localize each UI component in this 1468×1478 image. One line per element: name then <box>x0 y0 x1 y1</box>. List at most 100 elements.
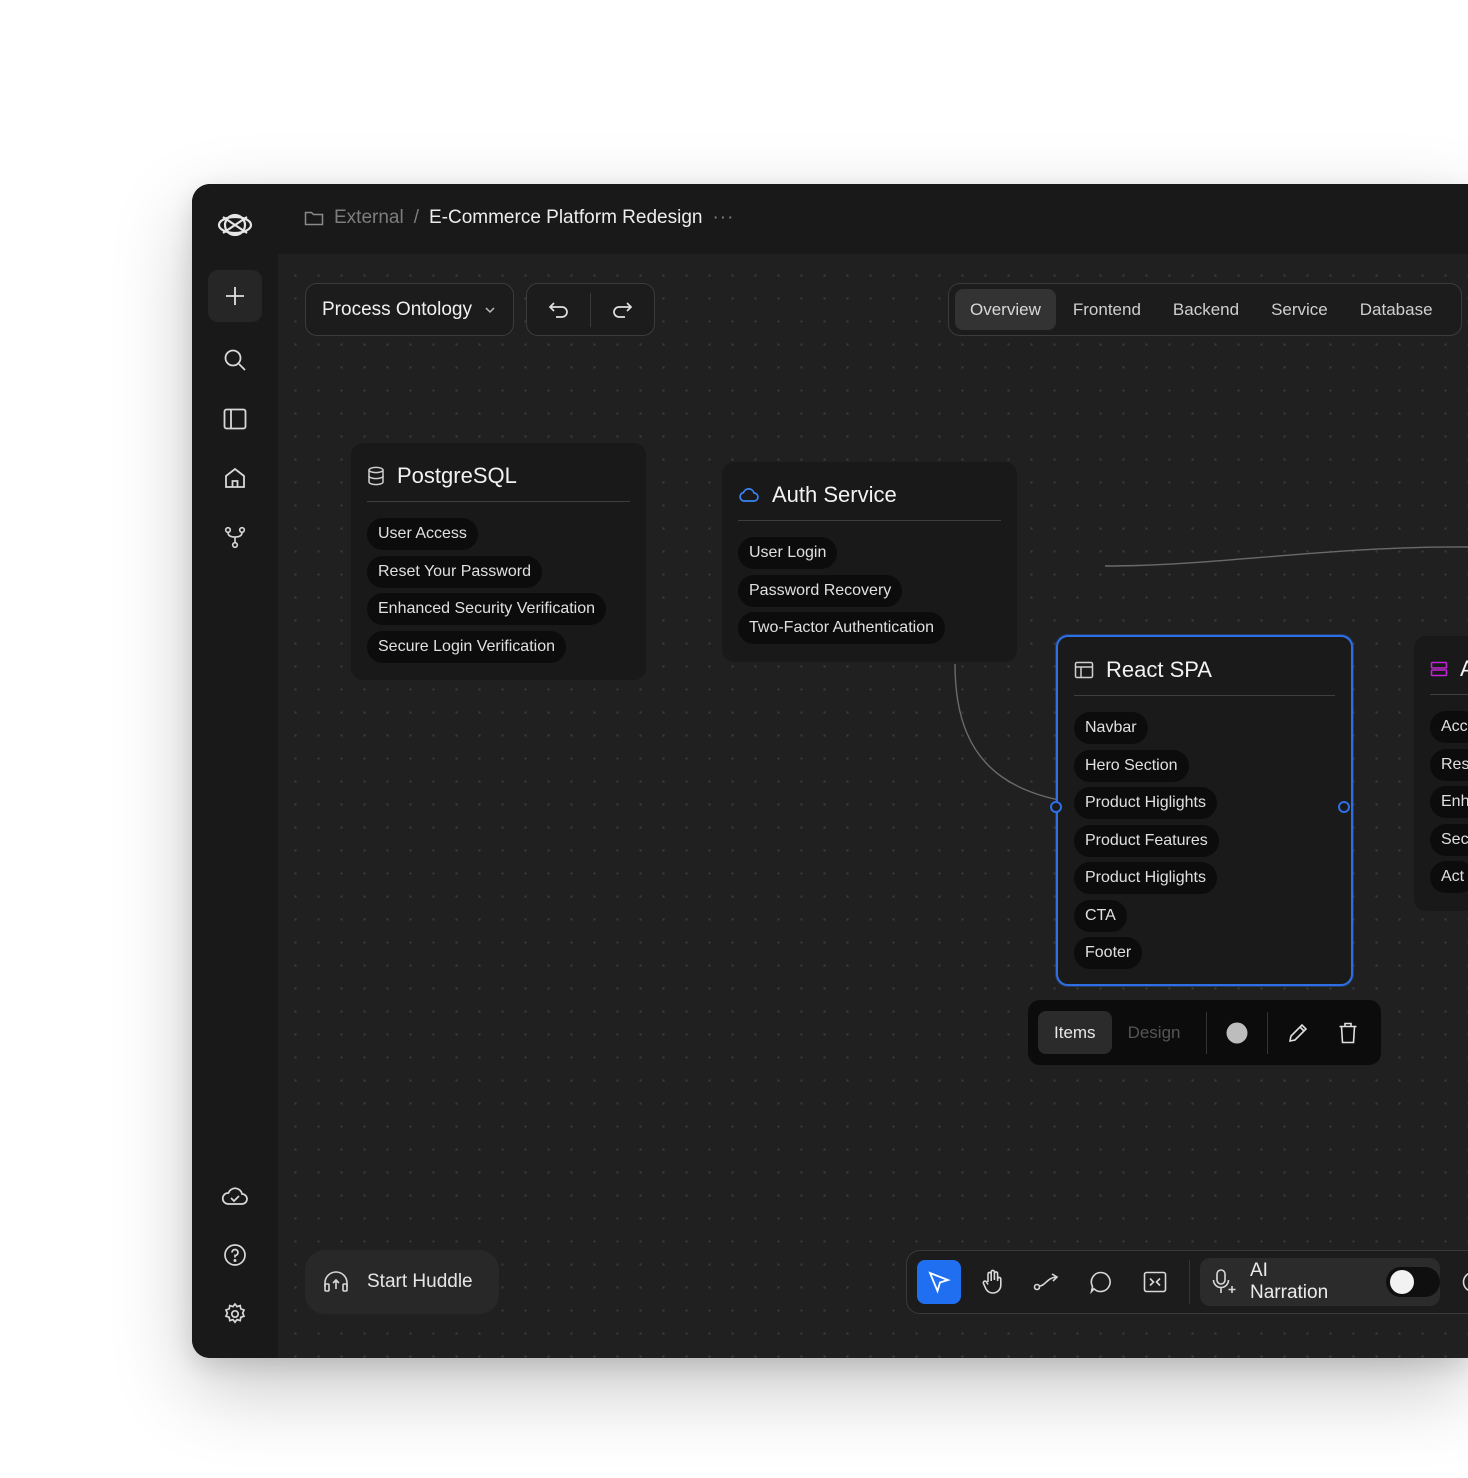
postgresql-node[interactable]: PostgreSQL User Access Reset Your Passwo… <box>351 443 646 680</box>
node-item[interactable]: Reset Your Password <box>367 555 542 588</box>
toggle-knob <box>1390 1270 1415 1294</box>
auth-service-node[interactable]: Auth Service User Login Password Recover… <box>722 462 1017 662</box>
tab-overview[interactable]: Overview <box>955 289 1056 330</box>
cursor-icon <box>927 1270 951 1294</box>
node-item[interactable]: User Login <box>738 537 838 569</box>
node-title: Auth Service <box>772 482 897 507</box>
search-icon <box>223 348 247 372</box>
node-item[interactable]: Product Higlights <box>1074 787 1217 819</box>
delete-button[interactable] <box>1328 1013 1368 1053</box>
start-huddle-button[interactable]: Start Huddle <box>305 1250 499 1314</box>
git-branch-icon <box>223 525 247 549</box>
node-item[interactable]: Enhanced Security Verification <box>367 593 607 625</box>
search-button[interactable] <box>208 334 262 386</box>
process-ontology-dropdown[interactable]: Process Ontology <box>305 283 514 336</box>
dropdown-label: Process Ontology <box>322 298 472 320</box>
cloud-check-icon <box>221 1185 249 1207</box>
tab-service[interactable]: Service <box>1256 289 1343 330</box>
redo-icon <box>611 301 633 319</box>
pan-tool-button[interactable] <box>971 1260 1015 1304</box>
tab-backend[interactable]: Backend <box>1158 289 1254 330</box>
undo-button[interactable] <box>527 284 590 335</box>
bottom-toolbar: AI Narration <box>906 1250 1468 1314</box>
node-toolbar: Items Design <box>1028 1000 1381 1065</box>
node-item[interactable]: Password Recovery <box>738 574 903 607</box>
chevron-down-icon <box>484 306 496 314</box>
tab-frontend[interactable]: Frontend <box>1058 289 1156 330</box>
branches-button[interactable] <box>208 511 262 563</box>
breadcrumb-parent[interactable]: External <box>334 207 404 229</box>
react-spa-node[interactable]: React SPA Navbar Hero Section Product Hi… <box>1056 635 1353 986</box>
home-icon <box>223 466 247 490</box>
node-items: Acc Res Enh Sec Act <box>1430 711 1468 899</box>
hand-icon <box>981 1269 1005 1295</box>
pencil-icon <box>1287 1022 1309 1044</box>
node-items: User Login Password Recovery Two-Factor … <box>738 537 1001 650</box>
node-item[interactable]: Hero Section <box>1074 749 1189 782</box>
help-button[interactable] <box>208 1229 262 1281</box>
node-item[interactable]: Footer <box>1074 937 1143 969</box>
sidebar-panel-icon <box>223 408 247 430</box>
breadcrumb: External / E-Commerce Platform Redesign … <box>304 207 734 229</box>
connector-tool-button[interactable] <box>1025 1260 1069 1304</box>
partial-node[interactable]: A Acc Res Enh Sec Act <box>1414 636 1468 911</box>
more-options-button[interactable]: ··· <box>712 207 734 229</box>
sync-status-button[interactable] <box>208 1170 262 1222</box>
canvas[interactable]: Process Ontology Overview Frontend Backe… <box>278 254 1468 1358</box>
items-tab[interactable]: Items <box>1038 1011 1112 1054</box>
node-item[interactable]: CTA <box>1074 899 1127 932</box>
node-item[interactable]: Product Features <box>1074 824 1219 857</box>
toolbar-divider <box>1189 1260 1190 1304</box>
node-item[interactable]: User Access <box>367 518 478 550</box>
server-icon <box>1430 661 1448 677</box>
ai-narration-toggle[interactable] <box>1386 1267 1440 1297</box>
embed-tool-button[interactable] <box>1133 1260 1177 1304</box>
redo-button[interactable] <box>591 284 654 335</box>
huddle-label: Start Huddle <box>367 1271 473 1292</box>
toolbar-divider <box>1206 1011 1208 1054</box>
home-button[interactable] <box>208 452 262 504</box>
node-item[interactable]: Product Higlights <box>1074 862 1217 894</box>
comment-icon <box>1089 1270 1113 1294</box>
color-picker-button[interactable] <box>1217 1013 1257 1053</box>
node-item[interactable]: Acc <box>1430 711 1468 743</box>
ai-narration-label: AI Narration <box>1250 1260 1329 1303</box>
node-item[interactable]: Two-Factor Authentication <box>738 612 945 644</box>
folder-icon <box>304 209 324 227</box>
microphone-sparkle-icon <box>1210 1268 1238 1296</box>
gear-icon <box>223 1302 247 1326</box>
node-item[interactable]: Navbar <box>1074 712 1148 744</box>
undo-redo-group <box>526 283 655 336</box>
node-header: PostgreSQL <box>367 463 630 502</box>
view-tabs: Overview Frontend Backend Service Databa… <box>948 283 1462 336</box>
panel-toggle-button[interactable] <box>208 393 262 445</box>
tab-database[interactable]: Database <box>1345 289 1448 330</box>
sidebar <box>192 254 278 1358</box>
color-swatch-icon <box>1226 1022 1248 1044</box>
layout-icon <box>1074 661 1094 679</box>
project-title[interactable]: E-Commerce Platform Redesign <box>429 207 702 229</box>
node-item[interactable]: Secure Login Verification <box>367 630 566 663</box>
design-tab[interactable]: Design <box>1112 1011 1197 1054</box>
comment-tool-button[interactable] <box>1079 1260 1123 1304</box>
connection-handle-left[interactable] <box>1050 801 1062 813</box>
app-logo-icon[interactable] <box>216 206 254 244</box>
headphones-icon <box>323 1271 349 1293</box>
add-button[interactable] <box>208 270 262 322</box>
node-item[interactable]: Enh <box>1430 786 1468 818</box>
node-item[interactable]: Act <box>1430 861 1468 893</box>
edit-button[interactable] <box>1278 1013 1318 1053</box>
node-header: Auth Service <box>738 482 1001 521</box>
top-bar: External / E-Commerce Platform Redesign … <box>192 184 1468 254</box>
node-header: A <box>1430 656 1468 695</box>
select-tool-button[interactable] <box>917 1260 961 1304</box>
connection-handle-right[interactable] <box>1338 801 1350 813</box>
settings-button[interactable] <box>208 1288 262 1340</box>
more-circle-icon[interactable] <box>1462 1271 1468 1293</box>
breadcrumb-separator: / <box>413 207 419 228</box>
ai-narration-control: AI Narration <box>1200 1258 1440 1306</box>
trash-icon <box>1338 1022 1358 1044</box>
node-header: React SPA <box>1074 657 1335 696</box>
node-item[interactable]: Sec <box>1430 823 1468 856</box>
node-item[interactable]: Res <box>1430 748 1468 781</box>
